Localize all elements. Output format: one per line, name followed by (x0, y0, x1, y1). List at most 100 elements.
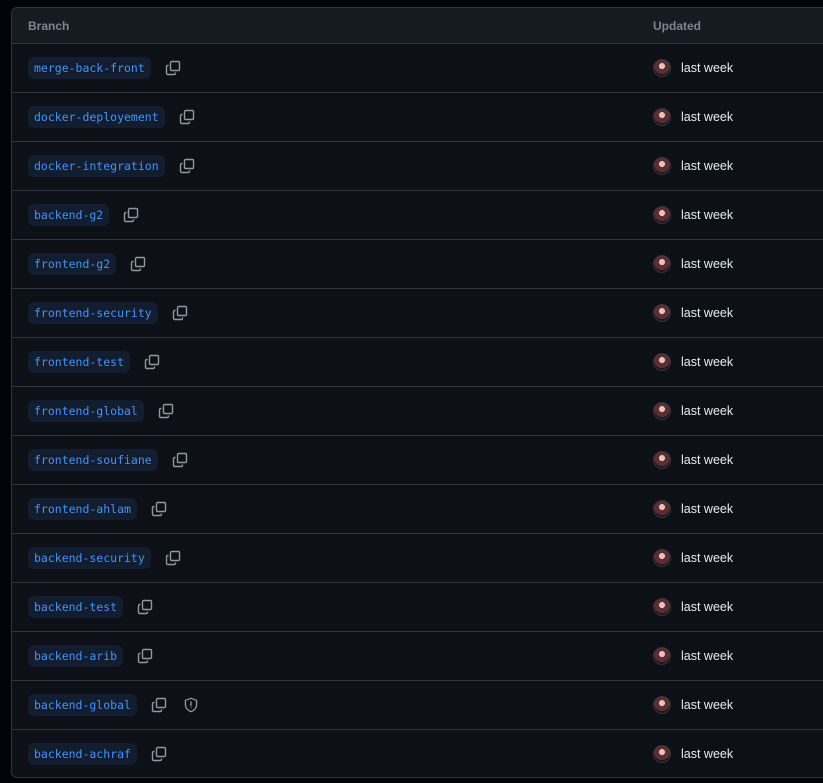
table-row: backend-security last week (12, 534, 823, 583)
updated-time: last week (681, 453, 734, 467)
branch-actions (136, 350, 164, 374)
updated-time: last week (681, 159, 734, 173)
branch-actions (129, 644, 157, 668)
branch-name-link[interactable]: frontend-soufiane (28, 449, 158, 471)
branch-actions (143, 497, 171, 521)
branch-name-link[interactable]: frontend-global (28, 400, 144, 422)
branch-name-link[interactable]: frontend-g2 (28, 253, 117, 275)
table-row: backend-test last week (12, 583, 823, 632)
copy-icon[interactable] (119, 203, 143, 227)
avatar[interactable] (653, 647, 671, 665)
avatar[interactable] (653, 451, 671, 469)
avatar[interactable] (653, 108, 671, 126)
table-row: docker-integration last week (12, 142, 823, 191)
updated-cell: last week (653, 745, 733, 763)
table-row: merge-back-front last week (12, 44, 823, 93)
updated-time: last week (681, 698, 734, 712)
avatar[interactable] (653, 255, 671, 273)
updated-cell: last week (653, 59, 733, 77)
table-row: frontend-test last week (12, 338, 823, 387)
updated-time: last week (681, 355, 734, 369)
branch-name-link[interactable]: backend-global (28, 694, 137, 716)
table-row: backend-g2 last week (12, 191, 823, 240)
avatar[interactable] (653, 59, 671, 77)
table-row: backend-arib last week (12, 632, 823, 681)
avatar[interactable] (653, 304, 671, 322)
avatar[interactable] (653, 353, 671, 371)
branch-name-link[interactable]: backend-g2 (28, 204, 110, 226)
branch-name-link[interactable]: frontend-test (28, 351, 131, 373)
copy-icon[interactable] (161, 546, 185, 570)
table-header: Branch Updated (12, 8, 823, 44)
branch-name-link[interactable]: frontend-ahlam (28, 498, 137, 520)
updated-cell: last week (653, 255, 733, 273)
copy-icon[interactable] (175, 105, 199, 129)
updated-cell: last week (653, 108, 733, 126)
avatar[interactable] (653, 549, 671, 567)
updated-time: last week (681, 306, 734, 320)
copy-icon[interactable] (168, 301, 192, 325)
table-row: frontend-soufiane last week (12, 436, 823, 485)
updated-time: last week (681, 649, 734, 663)
updated-cell: last week (653, 598, 733, 616)
branch-actions (164, 448, 192, 472)
updated-time: last week (681, 747, 734, 761)
updated-time: last week (681, 600, 734, 614)
avatar[interactable] (653, 500, 671, 518)
updated-time: last week (681, 551, 734, 565)
shield-icon[interactable] (179, 693, 203, 717)
copy-icon[interactable] (147, 497, 171, 521)
branch-name-link[interactable]: docker-integration (28, 155, 165, 177)
branch-actions (157, 546, 185, 570)
table-row: frontend-g2 last week (12, 240, 823, 289)
branch-actions (122, 252, 150, 276)
copy-icon[interactable] (168, 448, 192, 472)
table-row: docker-deployement last week (12, 93, 823, 142)
copy-icon[interactable] (175, 154, 199, 178)
copy-icon[interactable] (126, 252, 150, 276)
branch-actions (150, 399, 178, 423)
avatar[interactable] (653, 157, 671, 175)
updated-cell: last week (653, 157, 733, 175)
avatar[interactable] (653, 745, 671, 763)
updated-cell: last week (653, 696, 733, 714)
updated-cell: last week (653, 304, 733, 322)
updated-cell: last week (653, 549, 733, 567)
branch-actions (164, 301, 192, 325)
updated-cell: last week (653, 500, 733, 518)
branch-name-link[interactable]: frontend-security (28, 302, 158, 324)
branch-actions (143, 742, 171, 766)
table-row: frontend-global last week (12, 387, 823, 436)
branch-name-link[interactable]: merge-back-front (28, 57, 151, 79)
updated-time: last week (681, 110, 734, 124)
branch-actions (129, 595, 157, 619)
column-header-branch: Branch (28, 19, 70, 33)
copy-icon[interactable] (161, 56, 185, 80)
updated-cell: last week (653, 647, 733, 665)
avatar[interactable] (653, 696, 671, 714)
avatar[interactable] (653, 206, 671, 224)
copy-icon[interactable] (154, 399, 178, 423)
branch-actions (171, 105, 199, 129)
avatar[interactable] (653, 402, 671, 420)
branch-name-link[interactable]: backend-achraf (28, 743, 137, 765)
copy-icon[interactable] (140, 350, 164, 374)
table-body: merge-back-front last week docker-deploy… (12, 44, 823, 777)
updated-time: last week (681, 404, 734, 418)
copy-icon[interactable] (133, 595, 157, 619)
updated-time: last week (681, 208, 734, 222)
updated-time: last week (681, 257, 734, 271)
avatar[interactable] (653, 598, 671, 616)
table-row: frontend-ahlam last week (12, 485, 823, 534)
branch-name-link[interactable]: backend-test (28, 596, 124, 618)
updated-cell: last week (653, 206, 733, 224)
branch-name-link[interactable]: docker-deployement (28, 106, 165, 128)
branch-name-link[interactable]: backend-security (28, 547, 151, 569)
copy-icon[interactable] (133, 644, 157, 668)
branch-name-link[interactable]: backend-arib (28, 645, 124, 667)
copy-icon[interactable] (147, 742, 171, 766)
copy-icon[interactable] (147, 693, 171, 717)
updated-time: last week (681, 502, 734, 516)
updated-time: last week (681, 61, 734, 75)
branches-table: Branch Updated merge-back-front last wee… (11, 7, 823, 778)
